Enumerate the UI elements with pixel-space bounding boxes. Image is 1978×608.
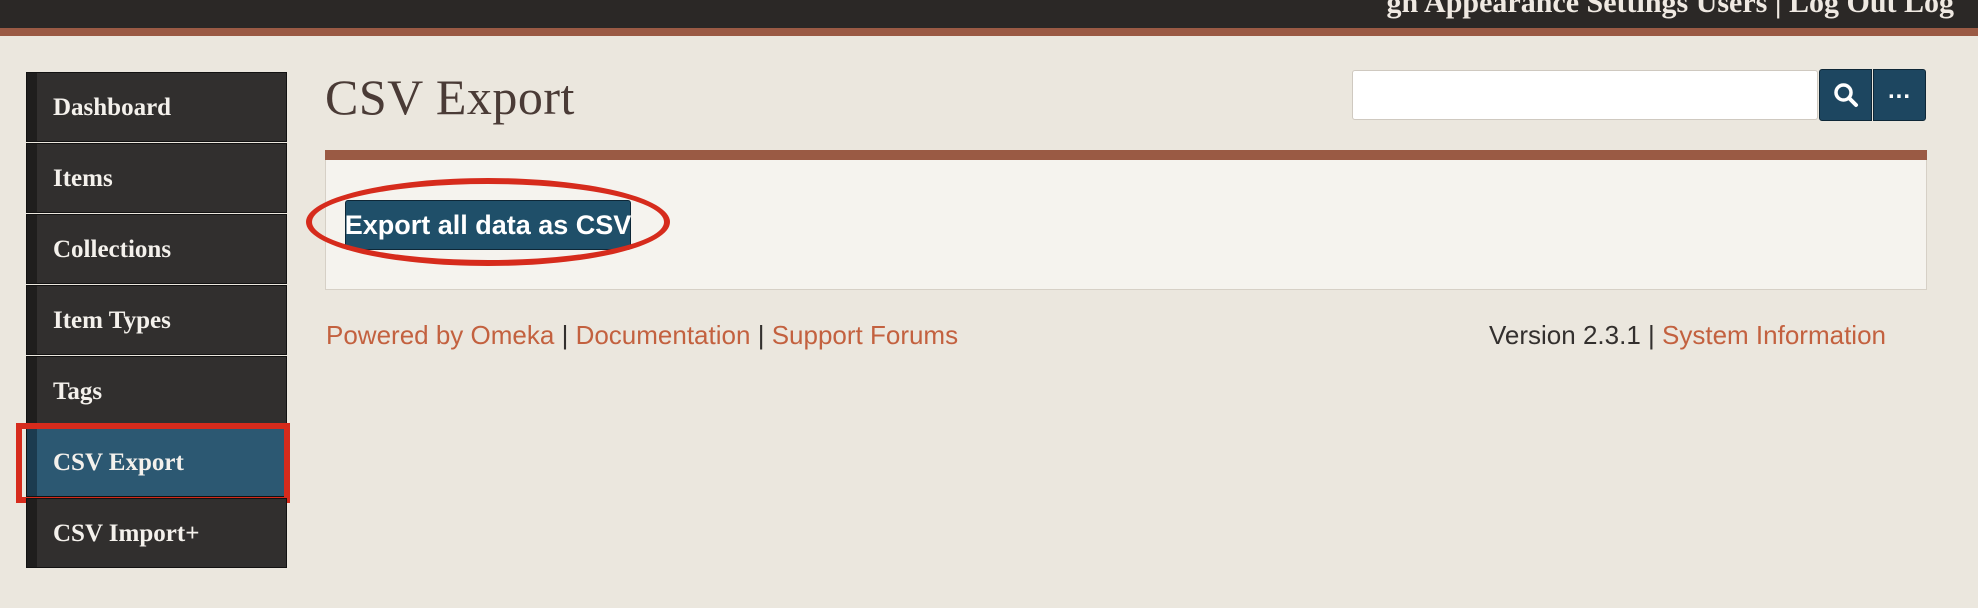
sidebar-item-label: Items [53, 165, 113, 192]
panel-stripe [325, 150, 1927, 160]
support-forums-link[interactable]: Support Forums [772, 320, 958, 350]
footer-separator: | [757, 320, 765, 350]
documentation-link[interactable]: Documentation [576, 320, 751, 350]
sidebar-item-label: Dashboard [53, 94, 172, 121]
page-title: CSV Export [325, 69, 575, 125]
sidebar-item-label: CSV Export [53, 449, 184, 476]
search-icon [1833, 83, 1858, 107]
search-button[interactable] [1819, 69, 1872, 121]
sidebar-item-csv-export[interactable]: CSV Export [16, 423, 290, 503]
sidebar-item-dashboard[interactable]: Dashboard [26, 72, 287, 142]
sidebar-item-label: Collections [53, 236, 172, 263]
sidebar-item-collections[interactable]: Collections [26, 214, 287, 284]
search-input[interactable] [1352, 70, 1818, 120]
top-bar: gn Appearance Settings Users | Log Out L… [0, 0, 1978, 28]
sidebar-item-items[interactable]: Items [26, 143, 287, 213]
footer-separator: | [1648, 320, 1655, 350]
top-nav-partial-text[interactable]: gn Appearance Settings Users | Log Out L… [1387, 0, 1954, 18]
footer-links: Powered by Omeka | Documentation | Suppo… [326, 320, 958, 351]
footer-separator: | [561, 320, 569, 350]
powered-by-link[interactable]: Powered by Omeka [326, 320, 554, 350]
system-information-link[interactable]: System Information [1662, 320, 1886, 350]
sidebar-item-label: CSV Import+ [53, 520, 200, 547]
sidebar-item-item-types[interactable]: Item Types [26, 285, 287, 355]
export-all-csv-button[interactable]: Export all data as CSV [345, 200, 631, 250]
sidebar-nav: Dashboard Items Collections Item Types T… [16, 72, 290, 569]
footer-version: Version 2.3.1 | System Information [1489, 320, 1886, 351]
top-bar-stripe [0, 28, 1978, 36]
version-text: Version 2.3.1 [1489, 320, 1641, 350]
sidebar-item-csv-import-plus[interactable]: CSV Import+ [26, 498, 287, 568]
advanced-search-button[interactable]: ... [1873, 69, 1926, 121]
advanced-search-label: ... [1887, 77, 1911, 104]
sidebar-item-tags[interactable]: Tags [26, 356, 287, 426]
sidebar-item-label: Tags [53, 378, 103, 405]
sidebar-item-label: Item Types [53, 307, 171, 334]
